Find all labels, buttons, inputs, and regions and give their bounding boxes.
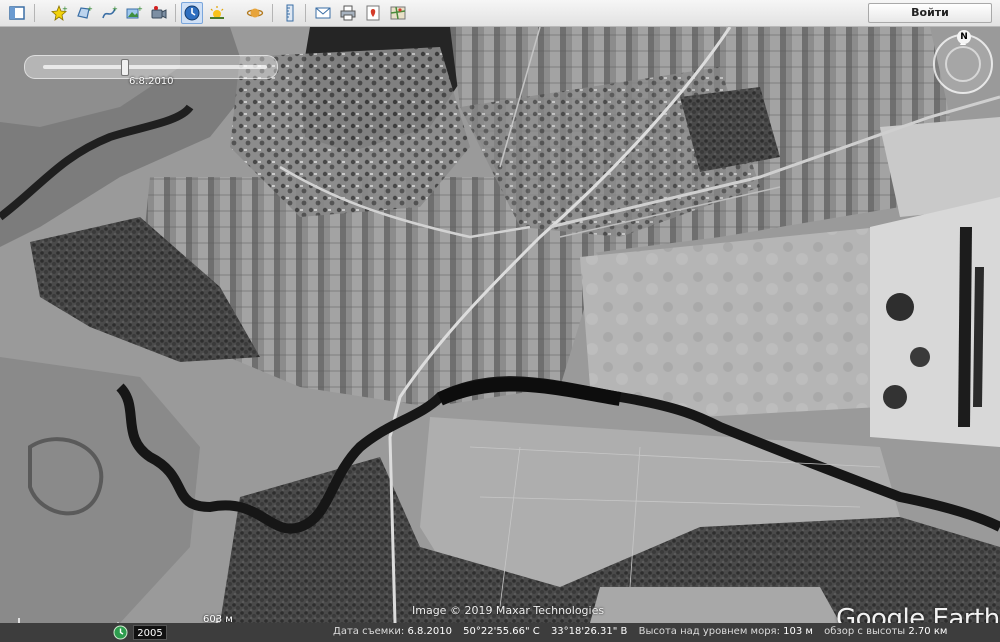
satellite-imagery[interactable] <box>0 27 1000 623</box>
google-earth-logo: Google Earth <box>836 604 1000 623</box>
elevation: 103 м <box>783 626 813 637</box>
toolbar-separator <box>272 4 273 22</box>
add-placemark-button[interactable]: + <box>48 2 70 24</box>
elevation-label: Высота над уровнем моря: <box>638 626 780 637</box>
ruler-icon <box>286 4 294 22</box>
record-tour-icon <box>151 6 167 19</box>
view-in-maps-button[interactable] <box>387 2 409 24</box>
historical-imagery-icon <box>184 5 200 21</box>
add-image-overlay-button[interactable]: + <box>123 2 145 24</box>
time-slider-track[interactable] <box>43 65 267 69</box>
planet-icon <box>246 8 264 18</box>
save-image-button[interactable] <box>362 2 384 24</box>
ruler-button[interactable] <box>279 2 301 24</box>
compass-north-button[interactable]: N <box>957 30 971 44</box>
historical-imagery-status-icon[interactable] <box>113 625 128 640</box>
eye-altitude-label: обзор с высоты <box>824 626 906 637</box>
polygon-icon: + <box>77 5 93 19</box>
image-overlay-icon: + <box>126 5 143 19</box>
placemark-icon: + <box>51 4 68 21</box>
email-icon <box>315 7 331 19</box>
print-button[interactable] <box>337 2 359 24</box>
svg-text:+: + <box>137 5 143 13</box>
toolbar-separator <box>175 4 176 22</box>
svg-text:+: + <box>87 5 93 13</box>
record-tour-button[interactable] <box>148 2 170 24</box>
google-earth-window: + + + + Войти 6.8.2010 N 603 м Image © 2… <box>0 0 1000 642</box>
path-icon: + <box>102 5 118 19</box>
historical-imagery-button[interactable] <box>181 2 203 24</box>
historical-time-slider[interactable]: 6.8.2010 <box>24 55 278 87</box>
switch-planet-button[interactable] <box>244 2 266 24</box>
capture-date: 6.8.2010 <box>407 626 452 637</box>
sunlight-icon <box>210 6 224 19</box>
longitude: 33°18'26.31" В <box>550 626 628 637</box>
satellite-map-view[interactable]: 6.8.2010 N 603 м Image © 2019 Maxar Tech… <box>0 27 1000 623</box>
view-in-maps-icon <box>390 6 406 20</box>
svg-text:+: + <box>112 5 118 13</box>
toolbar-separator <box>305 4 306 22</box>
print-icon <box>340 5 356 21</box>
capture-date-label: Дата съемки: <box>333 626 405 637</box>
time-slider-thumb[interactable] <box>120 59 129 76</box>
imagery-copyright: Image © 2019 Maxar Technologies <box>412 604 605 617</box>
latitude: 50°22'55.66" С <box>463 626 540 637</box>
historical-imagery-year[interactable]: 2005 <box>133 625 167 640</box>
add-polygon-button[interactable]: + <box>73 2 95 24</box>
svg-text:+: + <box>62 5 68 13</box>
status-readout: Дата съемки: 6.8.2010 50°22'55.66" С 33°… <box>333 626 955 637</box>
add-path-button[interactable]: + <box>98 2 120 24</box>
sidebar-toggle-button[interactable] <box>6 2 28 24</box>
time-slider-date: 6.8.2010 <box>129 76 174 87</box>
scale-label: 603 м <box>203 614 233 623</box>
toolbar: + + + + Войти <box>0 0 1000 27</box>
sidebar-toggle-icon <box>9 6 25 20</box>
email-button[interactable] <box>312 2 334 24</box>
eye-altitude: 2.70 км <box>908 626 948 637</box>
signin-button[interactable]: Войти <box>868 3 992 23</box>
status-bar: 2005 Дата съемки: 6.8.2010 50°22'55.66" … <box>0 623 1000 642</box>
sunlight-button[interactable] <box>206 2 228 24</box>
toolbar-separator <box>34 4 35 22</box>
save-image-icon <box>366 5 380 21</box>
